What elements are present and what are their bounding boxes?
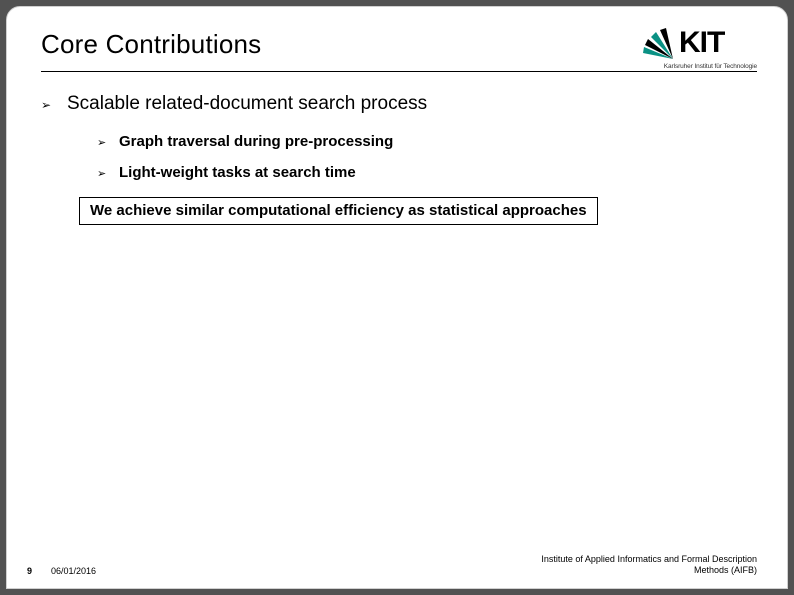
callout-box: We achieve similar computational efficie… xyxy=(79,197,598,225)
slide-title: Core Contributions xyxy=(41,29,261,60)
bullet-text: Light-weight tasks at search time xyxy=(119,164,356,181)
kit-logo: KIT Karlsruher Institut für Technologie xyxy=(641,25,757,77)
institute-name: Institute of Applied Informatics and For… xyxy=(541,554,787,577)
logo-text: KIT xyxy=(679,25,724,61)
footer-date: 06/01/2016 xyxy=(51,566,96,576)
institute-line: Institute of Applied Informatics and For… xyxy=(541,554,757,564)
page-number: 9 xyxy=(7,566,51,576)
slide: Core Contributions KIT Karlsruher Instit… xyxy=(6,6,788,589)
institute-line: Methods (AIFB) xyxy=(694,565,757,575)
content-area: ➢ Scalable related-document search proce… xyxy=(41,93,757,225)
logo-subtitle: Karlsruher Institut für Technologie xyxy=(641,63,757,70)
bullet-level2: ➢ Light-weight tasks at search time xyxy=(97,164,757,181)
arrow-icon: ➢ xyxy=(97,164,119,180)
bullet-level2: ➢ Graph traversal during pre-processing xyxy=(97,133,757,150)
title-divider xyxy=(41,71,757,72)
logo-mark: KIT xyxy=(641,25,757,61)
arrow-icon: ➢ xyxy=(97,133,119,149)
fan-icon xyxy=(641,25,677,61)
arrow-icon: ➢ xyxy=(41,93,67,112)
bullet-level1: ➢ Scalable related-document search proce… xyxy=(41,93,757,115)
bullet-text: Graph traversal during pre-processing xyxy=(119,133,393,150)
bullet-text: Scalable related-document search process xyxy=(67,93,427,115)
footer: 9 06/01/2016 Institute of Applied Inform… xyxy=(7,554,787,577)
